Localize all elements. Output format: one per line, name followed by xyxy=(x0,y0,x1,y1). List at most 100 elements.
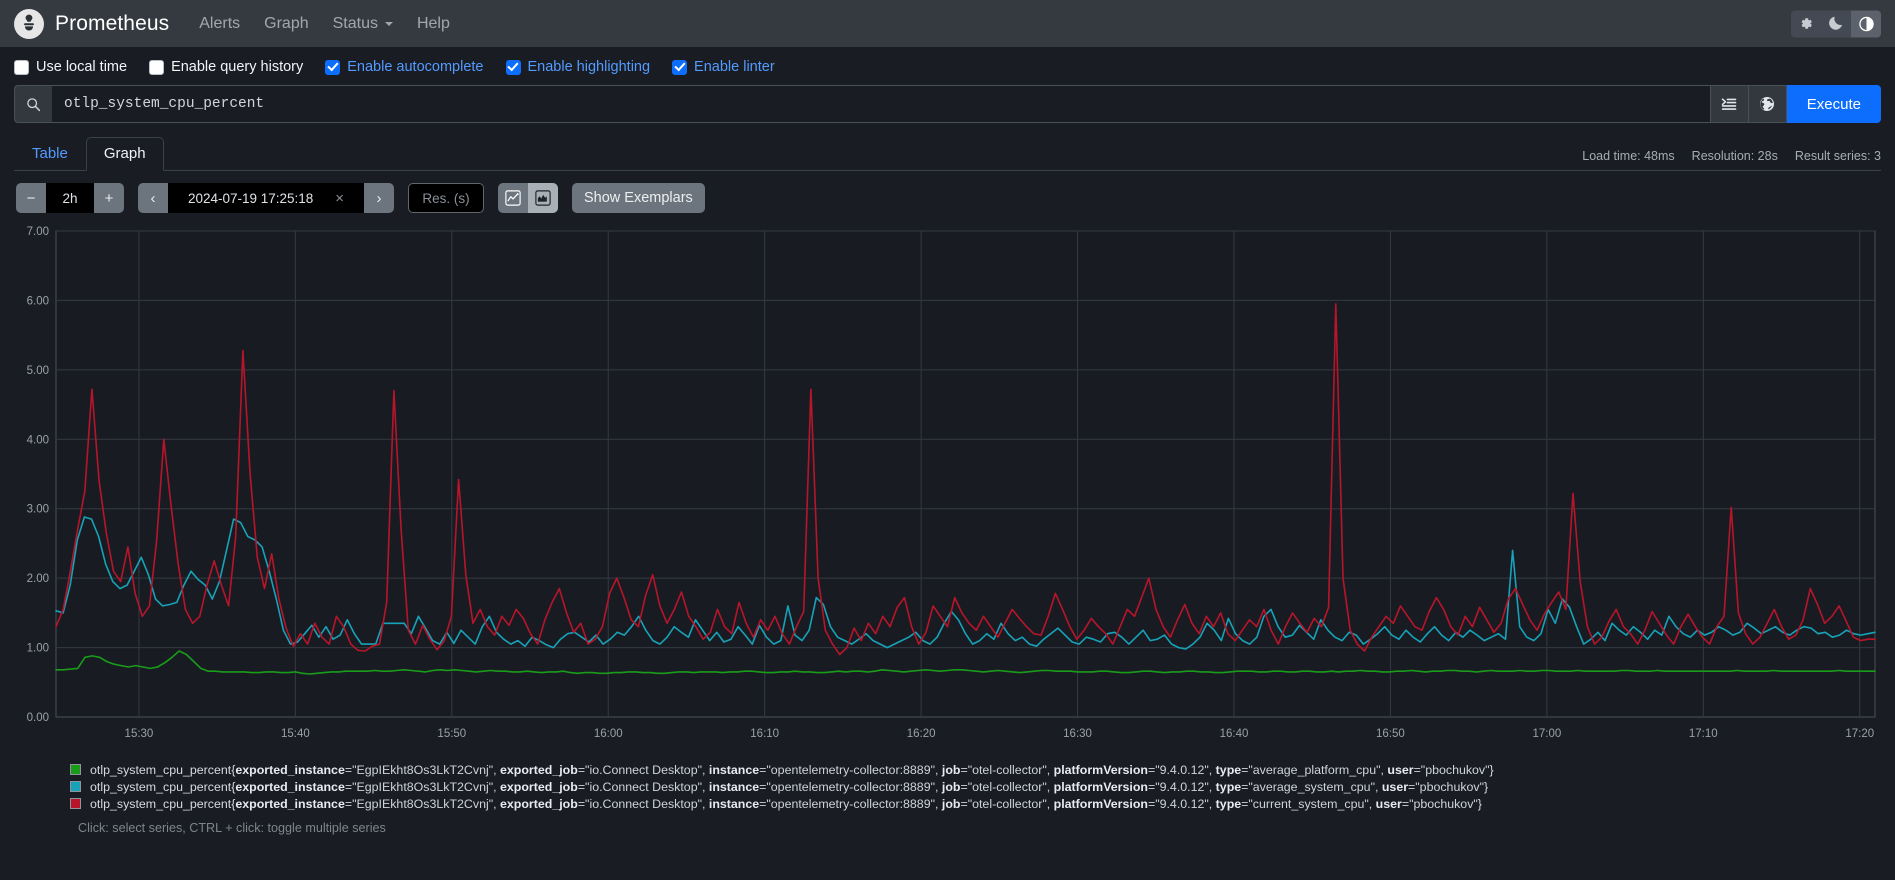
nav-item-status[interactable]: Status xyxy=(333,15,393,33)
legend-label-value: ="average_system_cpu", xyxy=(1241,779,1382,794)
show-exemplars-button[interactable]: Show Exemplars xyxy=(572,183,705,213)
legend-metric-name: otlp_system_cpu_percent{ xyxy=(90,762,236,777)
end-time-input[interactable]: 2024-07-19 17:25:18 × xyxy=(168,183,364,213)
option-use-local-time[interactable]: Use local time xyxy=(14,59,127,75)
clear-time-icon[interactable]: × xyxy=(335,190,344,207)
y-tick-label: 0.00 xyxy=(27,712,49,724)
x-tick-label: 16:10 xyxy=(750,728,779,740)
brand[interactable]: Prometheus xyxy=(14,8,170,39)
dark-theme-button[interactable] xyxy=(1821,10,1851,37)
metrics-explorer-button[interactable] xyxy=(1748,85,1787,123)
increase-range-button[interactable]: + xyxy=(94,183,124,213)
stacked-chart-button[interactable] xyxy=(528,183,558,213)
option-enable-linter[interactable]: Enable linter xyxy=(672,59,775,75)
decrease-range-button[interactable]: − xyxy=(16,183,46,213)
x-tick-label: 17:00 xyxy=(1532,728,1561,740)
contrast-icon xyxy=(1858,16,1874,31)
option-enable-autocomplete[interactable]: Enable autocomplete xyxy=(325,59,484,75)
legend-label-key: exported_job xyxy=(500,779,578,794)
chevron-down-icon xyxy=(384,21,393,26)
legend-label-value: ="opentelemetry-collector:8889", xyxy=(759,762,942,777)
legend-label-value: ="9.4.0.12", xyxy=(1147,762,1216,777)
graph-controls: − 2h + ‹ 2024-07-19 17:25:18 × › Res. (s… xyxy=(0,171,1895,221)
x-tick-label: 17:20 xyxy=(1845,728,1874,740)
auto-theme-button[interactable] xyxy=(1851,10,1881,37)
enable-query-history-checkbox[interactable] xyxy=(149,59,165,75)
legend-item[interactable]: otlp_system_cpu_percent{exported_instanc… xyxy=(70,761,1895,778)
x-tick-label: 17:10 xyxy=(1689,728,1718,740)
legend-label-key: instance xyxy=(708,762,760,777)
nav-item-graph[interactable]: Graph xyxy=(264,15,308,33)
tab-graph[interactable]: Graph xyxy=(85,137,164,171)
legend-label-value: ="io.Connect Desktop", xyxy=(577,796,709,811)
globe-icon xyxy=(1760,97,1775,111)
legend-swatch xyxy=(70,798,81,809)
legend-close-brace: } xyxy=(1484,779,1489,794)
legend-label-value: ="io.Connect Desktop", xyxy=(577,779,709,794)
previous-time-button[interactable]: ‹ xyxy=(138,183,168,213)
legend-metric-name: otlp_system_cpu_percent{ xyxy=(90,796,236,811)
legend-close-brace: } xyxy=(1477,796,1482,811)
settings-button[interactable] xyxy=(1791,10,1821,37)
line-chart-button[interactable] xyxy=(498,183,528,213)
legend-label-value: ="EgpIEkht8Os3LkT2Cvnj", xyxy=(344,779,500,794)
legend-close-brace: } xyxy=(1489,762,1494,777)
resolution-input[interactable]: Res. (s) xyxy=(408,183,484,213)
legend-label-key: exported_job xyxy=(500,796,578,811)
execute-button[interactable]: Execute xyxy=(1786,85,1881,123)
legend-label-value: ="9.4.0.12", xyxy=(1147,796,1216,811)
legend-label-key: instance xyxy=(708,779,760,794)
line-chart-icon xyxy=(505,190,521,206)
legend-label-value: ="opentelemetry-collector:8889", xyxy=(759,796,942,811)
prometheus-logo-icon xyxy=(14,8,44,39)
range-input[interactable]: 2h xyxy=(46,183,94,213)
enable-linter-label: Enable linter xyxy=(694,59,775,75)
next-time-button[interactable]: › xyxy=(364,183,394,213)
x-tick-label: 15:40 xyxy=(281,728,310,740)
legend-label-key: type xyxy=(1215,779,1242,794)
format-expression-icon xyxy=(1722,98,1737,110)
option-enable-query-history[interactable]: Enable query history xyxy=(149,59,303,75)
legend-item[interactable]: otlp_system_cpu_percent{exported_instanc… xyxy=(70,795,1895,812)
x-tick-label: 16:00 xyxy=(594,728,623,740)
legend-label-value: ="io.Connect Desktop", xyxy=(577,762,709,777)
brand-title: Prometheus xyxy=(55,11,170,35)
enable-highlighting-label: Enable highlighting xyxy=(527,59,651,75)
legend-label-value: ="otel-collector", xyxy=(960,762,1054,777)
enable-highlighting-checkbox[interactable] xyxy=(505,59,521,75)
legend-label-value: ="opentelemetry-collector:8889", xyxy=(759,779,942,794)
result-tabs: Table Graph Load time: 48ms Resolution: … xyxy=(14,137,1881,171)
legend-item[interactable]: otlp_system_cpu_percent{exported_instanc… xyxy=(70,778,1895,795)
theme-toggle-group xyxy=(1791,10,1881,37)
legend-label-key: platformVersion xyxy=(1053,762,1148,777)
legend-label-key: user xyxy=(1381,779,1409,794)
y-tick-label: 3.00 xyxy=(27,504,49,516)
format-expression-button[interactable] xyxy=(1710,85,1749,123)
legend-swatch xyxy=(70,764,81,775)
x-tick-label: 15:30 xyxy=(125,728,154,740)
legend-label-value: ="9.4.0.12", xyxy=(1147,779,1216,794)
y-tick-label: 2.00 xyxy=(27,573,49,585)
legend-label-key: exported_instance xyxy=(235,779,345,794)
y-tick-label: 4.00 xyxy=(27,434,49,446)
y-tick-label: 6.00 xyxy=(27,295,49,307)
legend-swatch xyxy=(70,781,81,792)
nav-item-alerts[interactable]: Alerts xyxy=(199,15,240,33)
tab-table[interactable]: Table xyxy=(14,137,86,171)
use-local-time-checkbox[interactable] xyxy=(14,59,29,75)
gear-icon xyxy=(1801,18,1812,29)
end-time-value: 2024-07-19 17:25:18 xyxy=(187,190,314,206)
time-series-chart[interactable]: 0.00 1.00 2.00 3.00 4.00 5.00 6.00 7.00 15:30 15:… xyxy=(14,225,1881,755)
query-input[interactable]: otlp_system_cpu_percent xyxy=(52,85,1711,123)
legend-label-value: ="otel-collector", xyxy=(960,779,1054,794)
enable-linter-checkbox[interactable] xyxy=(672,59,688,75)
chart-legend: otlp_system_cpu_percent{ exported_instanc… xyxy=(70,761,1895,812)
stat-resolution: Resolution: 28s xyxy=(1691,149,1778,163)
nav-item-help[interactable]: Help xyxy=(417,15,450,33)
x-tick-label: 16:20 xyxy=(907,728,936,740)
enable-autocomplete-checkbox[interactable] xyxy=(325,59,341,75)
legend-label-key: job xyxy=(941,796,961,811)
legend-label: otlp_system_cpu_percent{exported_instanc… xyxy=(90,797,1482,811)
nav-item-status-label: Status xyxy=(332,14,378,32)
option-enable-highlighting[interactable]: Enable highlighting xyxy=(505,59,651,75)
